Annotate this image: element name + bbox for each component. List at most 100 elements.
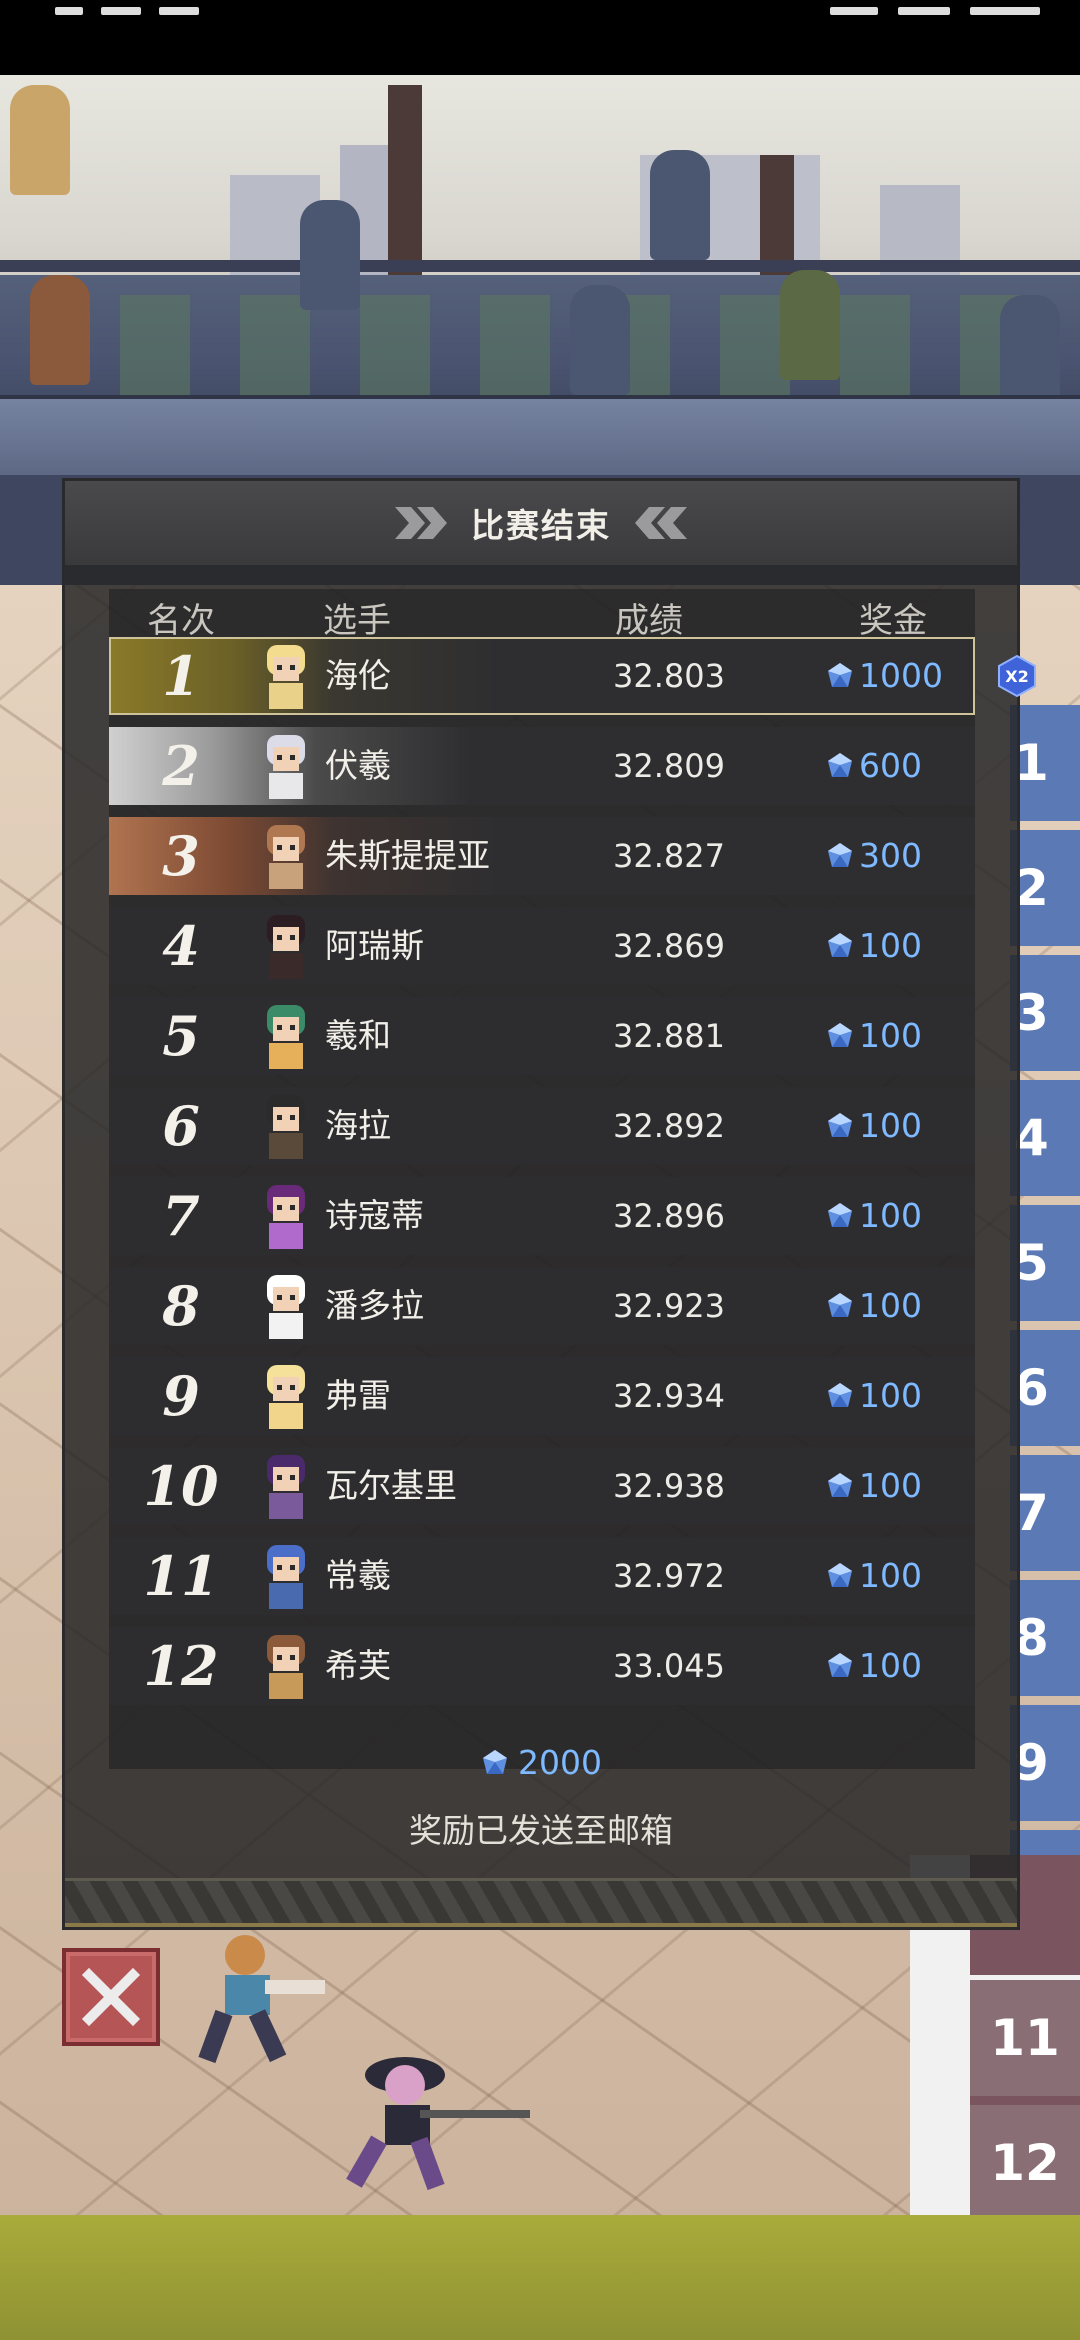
player-name: 羲和 (325, 1016, 391, 1055)
spectator (30, 275, 90, 385)
player-name: 弗雷 (325, 1376, 391, 1415)
player-prize: 100 (825, 1627, 922, 1705)
player-prize: 100 (825, 1267, 922, 1345)
prize-value: 100 (859, 1556, 922, 1595)
lane-marker: 6 (1010, 1330, 1080, 1446)
player-avatar (267, 1455, 305, 1519)
gem-icon (828, 1563, 852, 1587)
rank-number: 9 (162, 1364, 200, 1428)
player-avatar (267, 1005, 305, 1069)
rank-number: 10 (143, 1454, 219, 1518)
player-avatar (267, 825, 305, 889)
player-prize: 100 (825, 997, 922, 1075)
gem-icon (828, 933, 852, 957)
player-name: 海拉 (325, 1106, 391, 1145)
player-name: 常羲 (325, 1556, 391, 1595)
prize-value: 100 (859, 1196, 922, 1235)
panel-title: 比赛结束 (471, 506, 611, 545)
table-row: 2 伏羲 32.809 600 (109, 727, 975, 805)
prize-value: 100 (859, 1376, 922, 1415)
player-name: 潘多拉 (325, 1286, 424, 1325)
player-prize: 1000 (825, 637, 943, 715)
player-prize: 100 (825, 1177, 922, 1255)
gem-icon (828, 1653, 852, 1677)
player-name: 希芙 (325, 1646, 391, 1685)
player-name: 瓦尔基里 (325, 1466, 457, 1505)
table-row: 4 阿瑞斯 32.869 100 (109, 907, 975, 985)
table-row: 5 羲和 32.881 100 (109, 997, 975, 1075)
runner-sprite (346, 2057, 530, 2191)
lane-marker: 11 (970, 1980, 1080, 2096)
total-prize-value: 2000 (518, 1743, 602, 1782)
status-left-indicators (55, 0, 275, 15)
player-score: 32.881 (613, 1017, 725, 1055)
lane-marker: 3 (1010, 955, 1080, 1071)
title-row: 比赛结束 (65, 481, 1017, 565)
player-avatar (267, 915, 305, 979)
player-name: 朱斯提提亚 (325, 836, 490, 875)
column-header-rank: 名次 (147, 601, 215, 641)
spectator (780, 270, 840, 380)
lane-marker: 8 (1010, 1580, 1080, 1696)
rank-number: 1 (162, 644, 200, 708)
table-row: 10 瓦尔基里 32.938 100 (109, 1447, 975, 1525)
rank-number: 11 (143, 1544, 219, 1608)
x2-badge-icon: X2 (998, 655, 1036, 697)
prize-value: 1000 (859, 656, 943, 695)
table-row: 11 常羲 32.972 100 (109, 1537, 975, 1615)
lane-marker: 9 (1010, 1705, 1080, 1821)
player-avatar (267, 1545, 305, 1609)
rank-number: 4 (162, 914, 200, 978)
player-prize: 300 (825, 817, 922, 895)
player-score: 32.896 (613, 1197, 725, 1235)
gem-icon (828, 1383, 852, 1407)
rank-number: 8 (162, 1274, 200, 1338)
gem-icon (828, 1113, 852, 1137)
player-avatar (267, 735, 305, 799)
chevron-left-icon (635, 507, 687, 539)
prize-value: 100 (859, 1286, 922, 1325)
rank-number: 6 (162, 1094, 200, 1158)
player-score: 32.923 (613, 1287, 725, 1325)
race-results-panel: 比赛结束 名次 选手 成绩 奖金 1 海伦 32.803 1000 X2 2 伏羲 32.80… (62, 478, 1036, 1930)
gem-icon (483, 1749, 507, 1774)
table-row: 1 海伦 32.803 1000 X2 (109, 637, 1036, 715)
player-score: 33.045 (613, 1647, 725, 1685)
prize-value: 600 (859, 746, 922, 785)
total-prize: 2000 (65, 1743, 1017, 1782)
table-row: 7 诗寇蒂 32.896 100 (109, 1177, 975, 1255)
prize-value: 100 (859, 1106, 922, 1145)
prize-value: 100 (859, 1646, 922, 1685)
lane-marker: 5 (1010, 1205, 1080, 1321)
rank-number: 12 (143, 1634, 219, 1698)
gem-icon (828, 1473, 852, 1497)
status-right-indicators (810, 0, 1040, 15)
player-score: 32.827 (613, 837, 725, 875)
gem-icon (828, 1293, 852, 1317)
status-bar (0, 0, 1080, 75)
rank-number: 2 (162, 734, 200, 798)
lane-marker: 7 (1010, 1455, 1080, 1571)
player-avatar (267, 645, 305, 709)
prize-value: 100 (859, 1016, 922, 1055)
reward-mail-note: 奖励已发送至邮箱 (409, 1811, 673, 1850)
player-avatar (267, 1635, 305, 1699)
prize-value: 100 (859, 1466, 922, 1505)
player-score: 32.934 (613, 1377, 725, 1415)
player-name: 诗寇蒂 (325, 1196, 424, 1235)
gem-icon (828, 1023, 852, 1047)
player-prize: 100 (825, 1537, 922, 1615)
spectator (570, 285, 630, 395)
player-name: 伏羲 (325, 746, 391, 785)
table-row: 3 朱斯提提亚 32.827 300 (109, 817, 975, 895)
close-button[interactable] (62, 1948, 160, 2046)
player-score: 32.972 (613, 1557, 725, 1595)
gem-icon (828, 1203, 852, 1227)
player-avatar (267, 1185, 305, 1249)
player-avatar (267, 1095, 305, 1159)
player-score: 32.892 (613, 1107, 725, 1145)
bonus-label: X2 (1005, 667, 1028, 686)
player-score: 32.869 (613, 927, 725, 965)
stand-ledge (0, 395, 1080, 485)
prize-value: 300 (859, 836, 922, 875)
